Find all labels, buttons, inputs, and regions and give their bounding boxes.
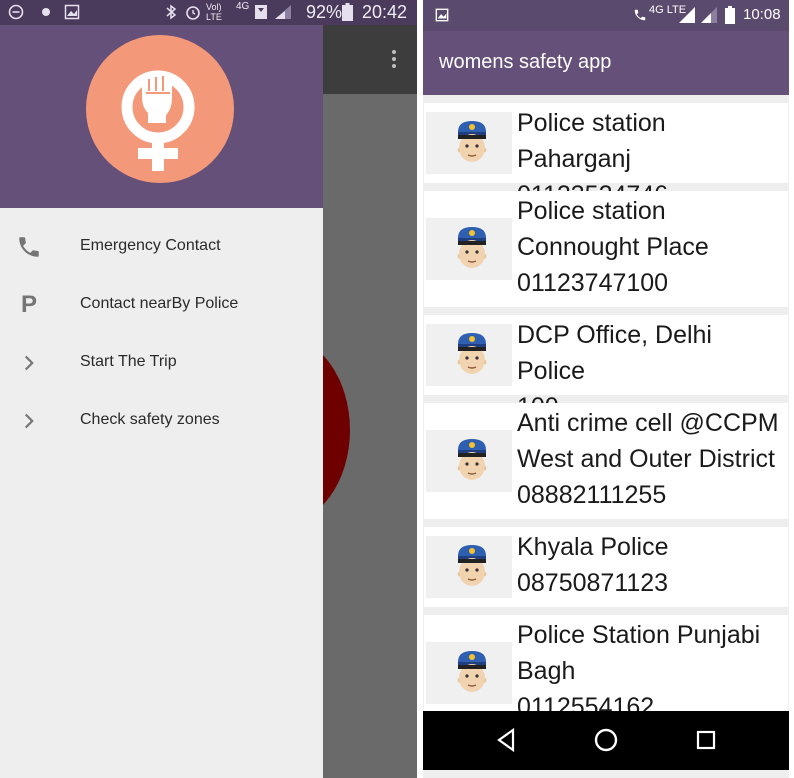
police-station-card[interactable]: Anti crime cell @CCPM West and Outer Dist… [424, 403, 788, 519]
battery-icon [725, 6, 735, 24]
police-station-card[interactable]: DCP Office, Delhi Police100 [424, 315, 788, 421]
chevron-right-icon [24, 355, 34, 371]
station-name: Police station [517, 197, 666, 225]
police-officer-icon [457, 651, 487, 692]
station-details: Police Station Punjabi Bagh 0112554162 [517, 617, 782, 725]
station-name: Bagh [517, 657, 576, 685]
drawer-item-emergency-contact[interactable]: Emergency Contact [0, 218, 323, 276]
call-icon [634, 9, 646, 21]
station-name: Connought Place [517, 233, 709, 261]
police-p-icon: P [20, 291, 37, 318]
status-bar: Vol) LTE 4G 92% 20:42 [0, 0, 417, 25]
battery-icon [342, 3, 353, 21]
police-officer-thumbnail [426, 430, 512, 492]
notification-dot-icon [42, 8, 50, 16]
drawer-item-contact-nearby-police[interactable]: P Contact nearBy Police [0, 276, 323, 334]
signal-icon [275, 5, 291, 19]
police-station-list: Police station Paharganj01123524746Polic… [423, 103, 789, 739]
police-officer-icon [457, 333, 487, 374]
station-name: West and Outer District [517, 445, 775, 473]
app-bar: womens safety app [423, 31, 789, 95]
signal-secondary-icon [701, 7, 717, 23]
home-icon[interactable] [591, 725, 621, 755]
drawer-item-label: Contact nearBy Police [80, 295, 239, 312]
app-logo [86, 35, 234, 183]
navigation-bar [423, 711, 789, 770]
phone-icon [19, 237, 39, 257]
police-officer-icon [457, 227, 487, 268]
station-phone: 01123747100 [517, 269, 669, 297]
image-icon [435, 8, 449, 22]
status-bar: 4G LTE 10:08 [423, 0, 789, 31]
back-icon[interactable] [491, 725, 521, 755]
battery-percent: 92% [306, 2, 343, 22]
left-screen: Vol) LTE 4G 92% 20:42 Emergency Contact … [0, 0, 417, 778]
drawer-header [0, 25, 323, 208]
clock: 10:08 [743, 6, 781, 23]
do-not-disturb-icon [8, 4, 24, 20]
drawer-menu: Emergency Contact P Contact nearBy Polic… [0, 218, 323, 450]
station-details: Police station Connought Place 01123747100 [517, 193, 782, 301]
station-details: Khyala Police 08750871123 [517, 529, 782, 601]
drawer-item-label: Emergency Contact [80, 237, 221, 254]
alarm-icon [186, 6, 200, 20]
bluetooth-icon [166, 4, 177, 20]
police-officer-thumbnail [426, 218, 512, 280]
station-name: DCP Office, Delhi Police [517, 321, 712, 385]
police-officer-icon [457, 121, 487, 162]
police-officer-thumbnail [426, 536, 512, 598]
overflow-menu-icon[interactable] [391, 50, 397, 70]
police-officer-thumbnail [426, 642, 512, 704]
police-station-card[interactable]: Khyala Police 08750871123 [424, 527, 788, 607]
drawer-item-check-safety-zones[interactable]: Check safety zones [0, 392, 323, 450]
station-name: Police station Paharganj [517, 109, 666, 173]
network-type: 4G [236, 1, 250, 12]
police-officer-thumbnail [426, 324, 512, 386]
signal-icon [679, 7, 695, 23]
volte-label: Vol) LTE [206, 2, 222, 22]
feminist-fist-symbol-icon [121, 70, 195, 171]
data-saver-icon [255, 5, 267, 19]
right-screen: 4G LTE 10:08 womens safety app Police st… [423, 0, 789, 778]
image-icon [64, 4, 80, 20]
drawer-item-start-trip[interactable]: Start The Trip [0, 334, 323, 392]
drawer-item-label: Check safety zones [80, 411, 220, 428]
station-name: Anti crime cell @CCPM [517, 409, 779, 437]
police-station-card[interactable]: Police station Paharganj01123524746 [424, 103, 788, 209]
station-phone: 08882111255 [517, 481, 667, 509]
police-station-card[interactable]: Police station Connought Place 01123747100 [424, 191, 788, 307]
app-title: womens safety app [439, 51, 612, 73]
station-phone: 08750871123 [517, 569, 669, 597]
navigation-drawer: Emergency Contact P Contact nearBy Polic… [0, 25, 323, 778]
station-details: Anti crime cell @CCPM West and Outer Dist… [517, 405, 782, 513]
police-officer-icon [457, 545, 487, 586]
chevron-right-icon [24, 413, 34, 429]
station-name: Police Station Punjabi [517, 621, 761, 649]
clock: 20:42 [362, 2, 408, 22]
recents-icon[interactable] [691, 725, 721, 755]
station-name: Khyala Police [517, 533, 669, 561]
police-officer-icon [457, 439, 487, 480]
drawer-item-label: Start The Trip [80, 353, 177, 370]
police-officer-thumbnail [426, 112, 512, 174]
